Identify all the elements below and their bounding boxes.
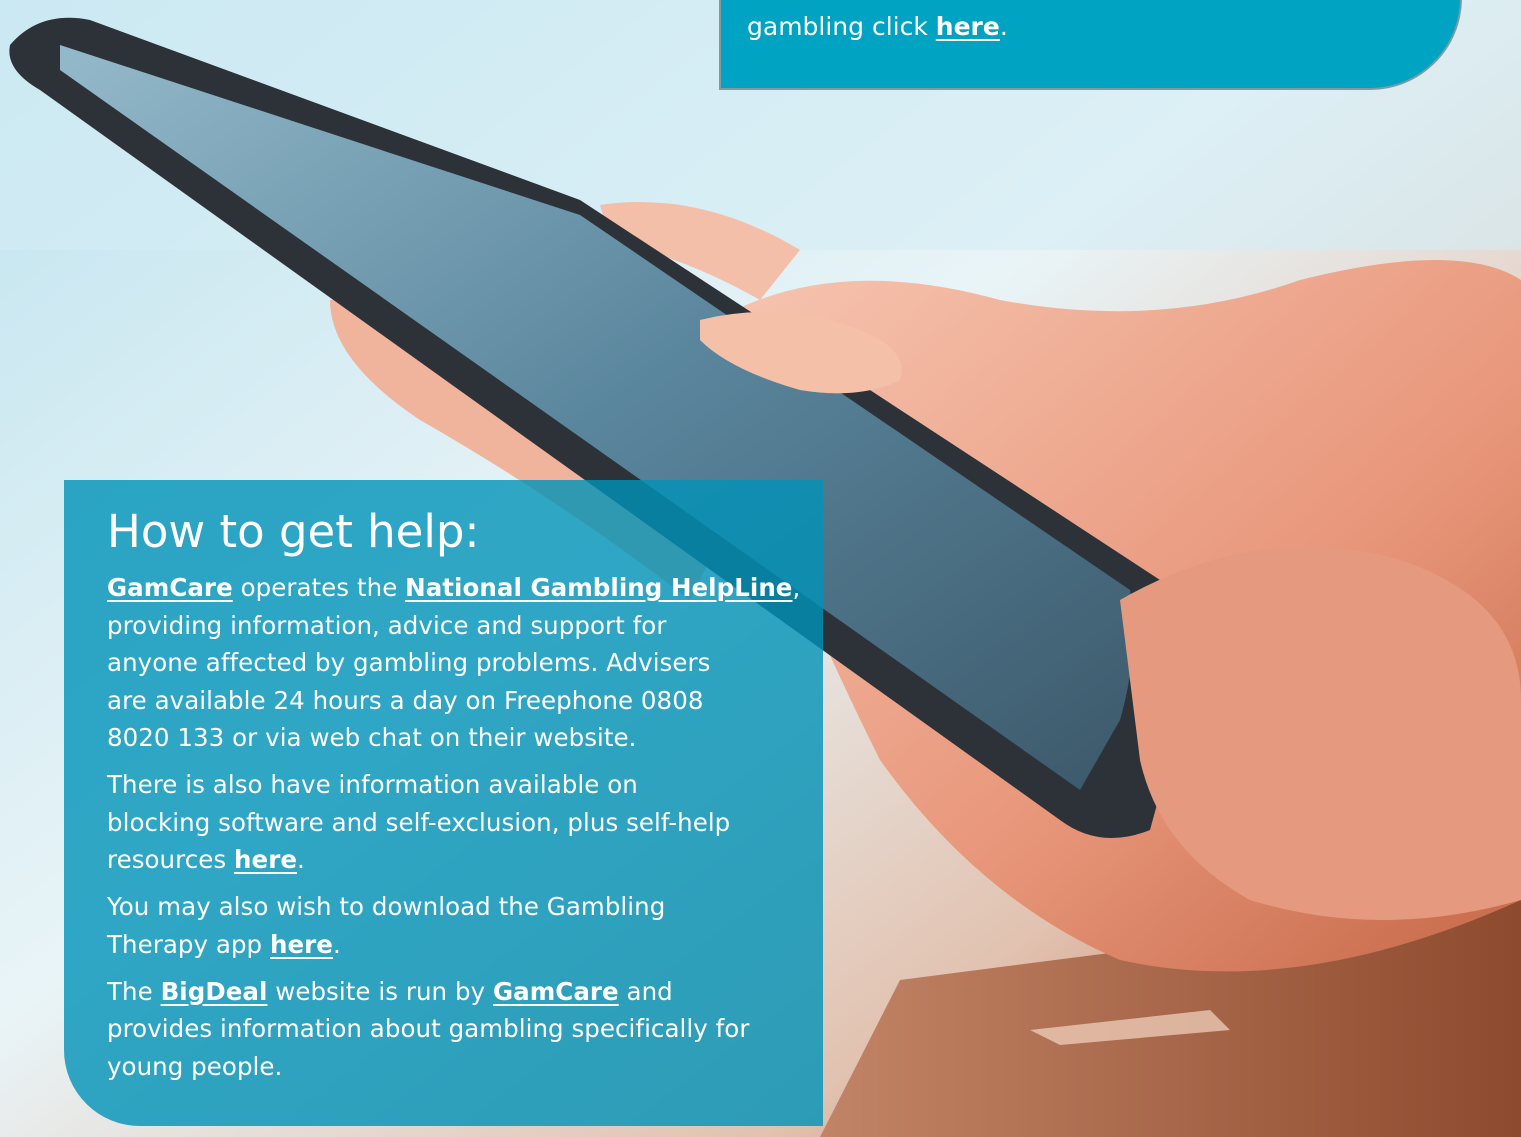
top-callout-text: gambling click here. [747, 8, 1008, 45]
bigdeal-link[interactable]: BigDeal [161, 977, 268, 1006]
bigdeal-line: provides information about gambling spec… [107, 1014, 750, 1043]
gambling-therapy-paragraph: You may also wish to download the Gambli… [107, 888, 781, 963]
top-callout-panel: gambling click here. [719, 0, 1462, 90]
blocking-line: There is also have information available… [107, 770, 638, 799]
bigdeal-mid: website is run by [267, 976, 493, 1006]
gambling-therapy-app-here-link[interactable]: here [270, 930, 333, 959]
bigdeal-after: and [618, 976, 673, 1006]
resources-period: . [297, 845, 305, 874]
therapy-line: You may also wish to download the Gambli… [107, 892, 666, 921]
bigdeal-paragraph: The BigDeal website is run by GamCare an… [107, 973, 781, 1086]
gamcare-link[interactable]: GamCare [107, 573, 233, 602]
therapy-period: . [332, 929, 341, 959]
helpline-comma: , [792, 573, 801, 602]
bigdeal-line: young people. [107, 1051, 283, 1081]
helpline-line: providing information, advice and suppor… [107, 610, 667, 640]
top-callout-text-before: gambling click [747, 12, 936, 41]
national-gambling-helpline-link[interactable]: National Gambling HelpLine [405, 573, 792, 602]
bigdeal-prefix: The [107, 976, 161, 1006]
resources-text: resources [107, 845, 235, 874]
how-to-get-help-panel: How to get help: GamCare operates the Na… [64, 480, 823, 1126]
top-callout-text-after: . [999, 12, 1008, 41]
therapy-text: Therapy app [107, 929, 270, 959]
blocking-software-paragraph: There is also have information available… [107, 766, 781, 879]
top-callout-here-link[interactable]: here [936, 12, 1000, 41]
gamcare-link-2[interactable]: GamCare [493, 977, 619, 1006]
helpline-paragraph: GamCare operates the National Gambling H… [107, 569, 800, 757]
blocking-line: blocking software and self-exclusion, pl… [107, 807, 731, 837]
help-title: How to get help: [107, 505, 480, 558]
helpline-line: 8020 133 or via web chat on their websit… [107, 723, 637, 752]
self-help-resources-here-link[interactable]: here [234, 845, 297, 874]
helpline-line: anyone affected by gambling problems. Ad… [107, 648, 711, 677]
helpline-text: operates the [232, 573, 406, 602]
helpline-line: are available 24 hours a day on Freephon… [107, 685, 704, 715]
